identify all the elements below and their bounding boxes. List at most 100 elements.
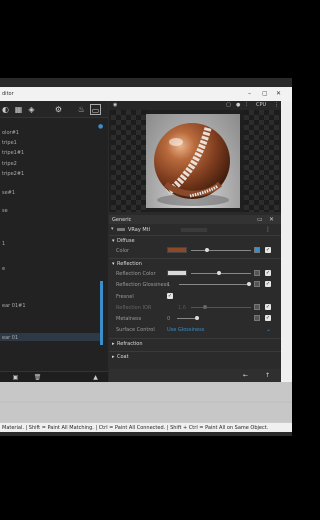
reflection-checkbox[interactable]: ✓ bbox=[265, 270, 271, 276]
reflection-color-label: Reflection Color bbox=[116, 271, 156, 277]
close-panel-icon[interactable]: ✕ bbox=[269, 216, 274, 223]
viewport-grid bbox=[0, 382, 292, 422]
ior-checkbox[interactable]: ✓ bbox=[265, 304, 271, 310]
reflection-ior-row: Reflection IOR 1.6 ✓ bbox=[109, 303, 281, 313]
glossiness-slider[interactable] bbox=[179, 282, 251, 286]
more-options-icon[interactable]: ⋮ bbox=[265, 226, 271, 233]
gear-icon[interactable]: ⚙ bbox=[53, 104, 64, 115]
window-title: ditor bbox=[2, 91, 14, 97]
render-mode-label[interactable]: CPU bbox=[256, 102, 266, 108]
metalness-map-button[interactable] bbox=[254, 315, 260, 321]
coat-section-label: Coat bbox=[117, 354, 129, 360]
metalness-checkbox[interactable]: ✓ bbox=[265, 315, 271, 321]
properties-panel: Generic ▭ ✕ ▾ VRay Mtl ⋮ ▾ Diffuse Color… bbox=[109, 215, 281, 382]
list-item[interactable]: ear 01#1 bbox=[2, 303, 26, 309]
surface-control-dropdown[interactable]: Use Glossiness bbox=[167, 327, 204, 333]
teapot-icon[interactable]: ♨ bbox=[76, 104, 87, 115]
generic-tab[interactable]: Generic bbox=[112, 217, 131, 223]
square-icon[interactable]: ▢ bbox=[226, 102, 231, 108]
reflection-glossiness-row: Reflection Glossiness 1 ✓ bbox=[109, 280, 281, 290]
diffuse-map-button[interactable] bbox=[254, 247, 260, 253]
list-item[interactable]: se#1 bbox=[2, 190, 15, 196]
slider-knob[interactable] bbox=[217, 271, 221, 275]
back-arrow-icon[interactable]: ← bbox=[243, 372, 248, 379]
title-bar: ditor – ▢ ✕ bbox=[0, 87, 292, 101]
sphere-render bbox=[154, 123, 230, 206]
reflection-glossiness-label: Reflection Glossiness bbox=[116, 282, 169, 288]
metalness-value[interactable]: 0 bbox=[167, 316, 170, 322]
maximize-button[interactable]: ▢ bbox=[262, 90, 268, 97]
up-arrow-icon[interactable]: ↑ bbox=[265, 372, 270, 379]
material-sphere-image bbox=[146, 114, 240, 208]
diffuse-color-row: Color ✓ bbox=[109, 246, 281, 256]
sphere-icon[interactable]: ◐ bbox=[0, 104, 11, 115]
reflection-section-header[interactable]: ▾ Reflection bbox=[109, 258, 281, 268]
list-item[interactable]: 1 bbox=[2, 241, 5, 247]
surface-control-label: Surface Control bbox=[116, 327, 155, 333]
layers-icon[interactable]: ◈ bbox=[26, 104, 37, 115]
list-item[interactable]: ear 01 bbox=[2, 335, 18, 341]
refraction-section-header[interactable]: ▸ Refraction bbox=[109, 338, 281, 348]
chevron-down-icon[interactable]: ▾ bbox=[112, 238, 115, 244]
fresnel-checkbox[interactable]: ✓ bbox=[167, 293, 173, 299]
metalness-slider[interactable] bbox=[177, 316, 199, 320]
reflection-ior-value[interactable]: 1.6 bbox=[178, 305, 186, 311]
reflection-color-row: Reflection Color ✓ bbox=[109, 269, 281, 279]
stats-icon[interactable]: ⫶ bbox=[246, 102, 247, 108]
slider-knob[interactable] bbox=[203, 305, 207, 309]
list-item[interactable]: tripe1 bbox=[2, 140, 17, 146]
diffuse-checkbox[interactable]: ✓ bbox=[265, 247, 271, 253]
diffuse-section-header[interactable]: ▾ Diffuse bbox=[109, 235, 281, 245]
status-bar: Material. | Shift = Paint All Matching. … bbox=[0, 422, 292, 432]
chevron-down-icon[interactable]: ▾ bbox=[111, 226, 114, 232]
list-item[interactable]: tripe2 bbox=[2, 161, 17, 167]
diffuse-color-swatch[interactable] bbox=[167, 247, 187, 253]
slider-knob[interactable] bbox=[205, 248, 209, 252]
slider-knob[interactable] bbox=[247, 282, 251, 286]
fresnel-label: Fresnel bbox=[116, 294, 134, 300]
minimize-button[interactable]: – bbox=[248, 90, 251, 97]
material-preview: ◉ ▢ ● ⫶ CPU ⋮ bbox=[109, 101, 281, 212]
eye-icon[interactable]: ● bbox=[98, 123, 103, 130]
material-type-label: VRay Mtl bbox=[128, 227, 151, 233]
chevron-right-icon[interactable]: ▸ bbox=[112, 341, 115, 347]
ior-slider[interactable] bbox=[191, 305, 251, 309]
reflection-section-label: Reflection bbox=[117, 261, 142, 267]
close-button[interactable]: ✕ bbox=[276, 90, 281, 97]
grid-icon[interactable]: ▦ bbox=[13, 104, 24, 115]
minimize-panel-icon[interactable]: ▭ bbox=[257, 216, 263, 223]
checker-background bbox=[111, 110, 146, 212]
reflection-glossiness-value[interactable]: 1 bbox=[167, 282, 170, 288]
glossiness-map-button[interactable] bbox=[254, 281, 260, 287]
chevron-right-icon[interactable]: ▸ bbox=[112, 354, 115, 360]
diffuse-section-label: Diffuse bbox=[117, 238, 135, 244]
chevron-down-icon[interactable]: ⌄ bbox=[266, 326, 271, 333]
list-scrollbar[interactable] bbox=[100, 281, 103, 345]
reflection-slider[interactable] bbox=[191, 271, 251, 275]
metalness-label: Metalness bbox=[116, 316, 142, 322]
diffuse-slider[interactable] bbox=[191, 248, 251, 252]
coat-section-header[interactable]: ▸ Coat bbox=[109, 351, 281, 361]
material-name-field[interactable] bbox=[181, 228, 207, 232]
properties-header: Generic ▭ ✕ bbox=[109, 215, 281, 224]
render-view-icon[interactable]: ▭ bbox=[90, 104, 101, 115]
more-icon[interactable]: ⋮ bbox=[274, 102, 279, 108]
viewport-edge bbox=[281, 101, 292, 382]
slider-knob[interactable] bbox=[195, 316, 199, 320]
properties-bottom-toolbar: ← ↑ bbox=[109, 369, 281, 382]
eye-toggle-icon[interactable]: ◉ bbox=[113, 102, 117, 108]
asset-list-panel: ◐ ▦ ◈ ⚙ ♨ ▭ ● olor#1 tripe1 tripe1#1 tri… bbox=[0, 101, 108, 382]
list-item[interactable]: tripe2#1 bbox=[2, 171, 24, 177]
list-item[interactable]: se bbox=[2, 208, 8, 214]
refraction-section-label: Refraction bbox=[117, 341, 143, 347]
list-item[interactable]: olor#1 bbox=[2, 130, 19, 136]
reflection-map-button[interactable] bbox=[254, 270, 260, 276]
material-type-icon bbox=[117, 228, 125, 231]
record-icon[interactable]: ● bbox=[236, 102, 240, 108]
list-item[interactable]: e bbox=[2, 266, 5, 272]
chevron-down-icon[interactable]: ▾ bbox=[112, 261, 115, 267]
glossiness-checkbox[interactable]: ✓ bbox=[265, 281, 271, 287]
list-item[interactable]: tripe1#1 bbox=[2, 150, 24, 156]
reflection-color-swatch[interactable] bbox=[167, 270, 187, 276]
ior-map-button[interactable] bbox=[254, 304, 260, 310]
